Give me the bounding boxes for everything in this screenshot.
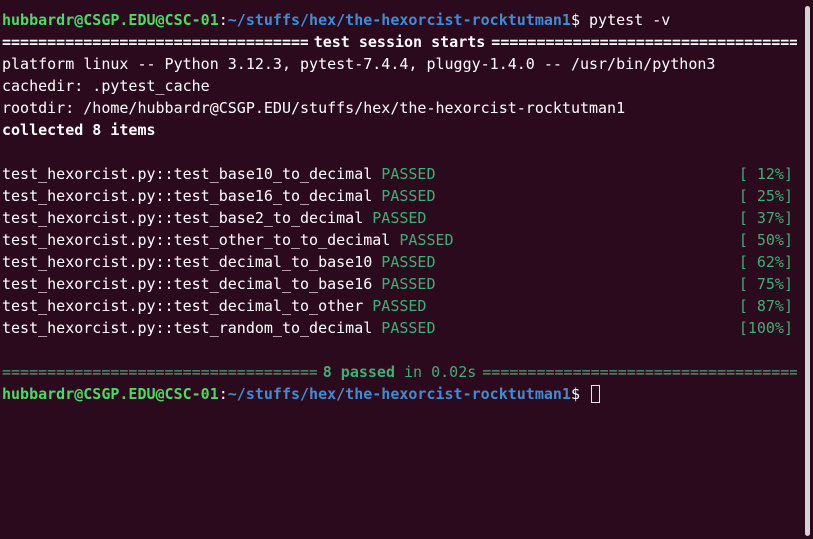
test-result-row: test_hexorcist.py::test_base10_to_decima… bbox=[0, 163, 797, 185]
test-progress: [ 12%] bbox=[738, 165, 793, 183]
test-status: PASSED bbox=[381, 187, 436, 205]
test-status: PASSED bbox=[372, 297, 427, 315]
test-result-row: test_hexorcist.py::test_base2_to_decimal… bbox=[0, 207, 797, 229]
prompt-symbol: $ bbox=[570, 385, 590, 403]
prompt-user-host: hubbardr@CSGP.EDU@CSC-01 bbox=[2, 11, 219, 29]
session-header: ========================================… bbox=[0, 31, 797, 53]
prompt-user-host: hubbardr@CSGP.EDU@CSC-01 bbox=[2, 385, 219, 403]
prompt-line[interactable]: hubbardr@CSGP.EDU@CSC-01:~/stuffs/hex/th… bbox=[0, 383, 797, 405]
test-result-row: test_hexorcist.py::test_other_to_to_deci… bbox=[0, 229, 797, 251]
summary-passed-count: 8 passed bbox=[322, 363, 395, 381]
platform-line: platform linux -- Python 3.12.3, pytest-… bbox=[2, 55, 716, 73]
test-progress: [ 87%] bbox=[738, 297, 793, 315]
test-name: test_hexorcist.py::test_base10_to_decima… bbox=[2, 165, 373, 183]
test-result-row: test_hexorcist.py::test_decimal_to_base1… bbox=[0, 251, 797, 273]
test-status: PASSED bbox=[381, 253, 436, 271]
test-progress: [ 37%] bbox=[738, 209, 793, 227]
prompt-separator: : bbox=[218, 11, 228, 29]
test-name: test_hexorcist.py::test_other_to_to_deci… bbox=[2, 231, 391, 249]
summary-duration: in 0.02s bbox=[394, 363, 477, 381]
test-status: PASSED bbox=[399, 231, 454, 249]
test-status: PASSED bbox=[372, 209, 427, 227]
test-progress: [100%] bbox=[738, 319, 793, 337]
test-result-row: test_hexorcist.py::test_decimal_to_base1… bbox=[0, 273, 797, 295]
session-header-fill-right: ========================================… bbox=[491, 33, 797, 51]
test-result-row: test_hexorcist.py::test_base16_to_decima… bbox=[0, 185, 797, 207]
test-result-row: test_hexorcist.py::test_decimal_to_other… bbox=[0, 295, 797, 317]
prompt-symbol: $ bbox=[570, 11, 590, 29]
test-name: test_hexorcist.py::test_base16_to_decima… bbox=[2, 187, 373, 205]
test-name: test_hexorcist.py::test_decimal_to_base1… bbox=[2, 275, 373, 293]
test-result-row: test_hexorcist.py::test_random_to_decima… bbox=[0, 317, 797, 339]
test-name: test_hexorcist.py::test_base2_to_decimal bbox=[2, 209, 364, 227]
command-line: hubbardr@CSGP.EDU@CSC-01:~/stuffs/hex/th… bbox=[0, 9, 797, 31]
session-header-fill-left: ========================================… bbox=[2, 33, 308, 51]
text-cursor[interactable] bbox=[591, 385, 601, 403]
test-name: test_hexorcist.py::test_decimal_to_base1… bbox=[2, 253, 373, 271]
test-name: test_hexorcist.py::test_random_to_decima… bbox=[2, 319, 373, 337]
rootdir-line: rootdir: /home/hubbardr@CSGP.EDU/stuffs/… bbox=[2, 99, 626, 117]
test-status: PASSED bbox=[381, 319, 436, 337]
test-progress: [ 25%] bbox=[738, 187, 793, 205]
prompt-separator: : bbox=[218, 385, 228, 403]
prompt-path: ~/stuffs/hex/the-hexorcist-rocktutman1 bbox=[227, 385, 571, 403]
summary-text: 8 passed in 0.02s bbox=[317, 361, 483, 383]
test-name: test_hexorcist.py::test_decimal_to_other bbox=[2, 297, 364, 315]
test-progress: [ 62%] bbox=[738, 253, 793, 271]
scrollbar[interactable] bbox=[805, 6, 810, 536]
summary-fill-left: ========================================… bbox=[2, 363, 317, 381]
summary-line: ========================================… bbox=[0, 361, 797, 383]
collected-line: collected 8 items bbox=[2, 121, 156, 139]
test-progress: [ 50%] bbox=[738, 231, 793, 249]
prompt-path: ~/stuffs/hex/the-hexorcist-rocktutman1 bbox=[227, 11, 571, 29]
session-header-text: test session starts bbox=[313, 33, 486, 51]
test-status: PASSED bbox=[381, 275, 436, 293]
test-status: PASSED bbox=[381, 165, 436, 183]
summary-fill-right: ========================================… bbox=[482, 363, 797, 381]
test-progress: [ 75%] bbox=[738, 275, 793, 293]
command-text: pytest -v bbox=[589, 11, 671, 29]
terminal-window[interactable]: hubbardr@CSGP.EDU@CSC-01:~/stuffs/hex/th… bbox=[0, 0, 813, 539]
cachedir-line: cachedir: .pytest_cache bbox=[2, 77, 210, 95]
